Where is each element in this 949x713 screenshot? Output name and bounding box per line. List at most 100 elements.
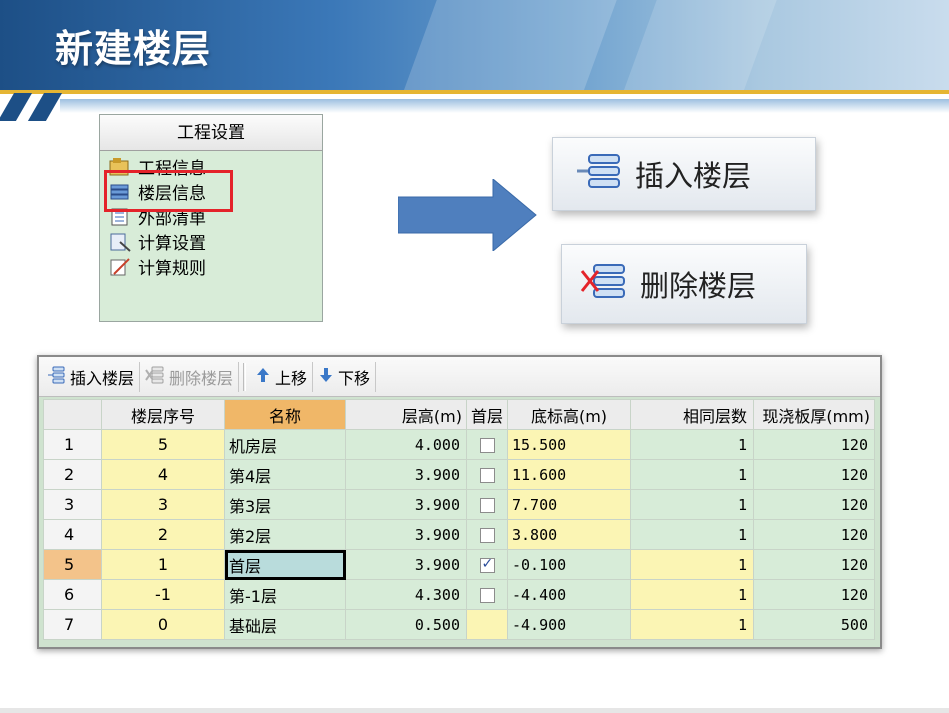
cell-floor-seq[interactable]: 3 [101,489,225,520]
header-stripe [27,93,63,121]
cell-floor-seq[interactable]: 2 [101,519,225,550]
first-floor-checkbox[interactable] [479,498,495,513]
delete-floor-label: 删除楼层 [640,269,757,303]
toolbar-insert-floor-button[interactable]: 插入楼层 [43,361,141,392]
cell-first-floor[interactable] [466,609,508,640]
tree-item-calc-settings[interactable]: 计算设置 [108,229,206,254]
cell-name[interactable]: 机房层 [224,429,346,460]
cell-bottom-elev[interactable]: 15.500 [507,429,631,460]
cell-name[interactable]: 基础层 [224,609,346,640]
floor-table: 楼层序号 名称 层高(m) 首层 底标高(m) 相同层数 现浇板厚(mm) 1 … [43,399,875,640]
header-gold-line [0,90,949,94]
cell-height[interactable]: 3.900 [345,519,467,550]
cell-bottom-elev[interactable]: 11.600 [507,459,631,490]
cell-floor-seq[interactable]: 0 [101,609,225,640]
cell-slab-thickness[interactable]: 120 [753,489,875,520]
cell-bottom-elev[interactable]: -4.900 [507,609,631,640]
toolbar-delete-label: 删除楼层 [169,368,234,388]
table-row[interactable]: 1 5 机房层 4.000 15.500 1 120 [43,429,875,460]
cell-same-count[interactable]: 1 [630,429,754,460]
cell-slab-thickness[interactable]: 120 [753,519,875,550]
row-index[interactable]: 4 [43,519,102,550]
row-index[interactable]: 6 [43,579,102,610]
cell-same-count[interactable]: 1 [630,579,754,610]
cell-first-floor[interactable] [466,489,508,520]
row-index[interactable]: 7 [43,609,102,640]
first-floor-checkbox[interactable] [479,468,495,483]
row-index[interactable]: 5 [43,549,102,580]
cell-bottom-elev[interactable]: 3.800 [507,519,631,550]
cell-floor-seq[interactable]: 1 [101,549,225,580]
row-index[interactable]: 3 [43,489,102,520]
cell-name[interactable]: 第2层 [224,519,346,550]
first-floor-checkbox[interactable] [479,528,495,543]
insert-floor-label: 插入楼层 [635,159,752,193]
cell-slab-thickness[interactable]: 120 [753,459,875,490]
cell-bottom-elev[interactable]: -0.100 [507,549,631,580]
cell-height[interactable]: 4.300 [345,579,467,610]
cell-same-count[interactable]: 1 [630,609,754,640]
insert-floor-button[interactable]: 插入楼层 [552,137,816,211]
settings-header: 工程设置 [100,115,322,151]
cell-slab-thickness[interactable]: 500 [753,609,875,640]
delete-floor-icon [145,365,165,389]
calc-rules-icon [108,257,132,277]
table-row-selected[interactable]: 5 1 首层 3.900 -0.100 1 120 [43,549,875,580]
toolbar-delete-floor-button[interactable]: 删除楼层 [140,361,240,392]
table-row[interactable]: 7 0 基础层 0.500 -4.900 1 500 [43,609,875,640]
cell-floor-seq[interactable]: 5 [101,429,225,460]
cell-height[interactable]: 3.900 [345,549,467,580]
cell-slab-thickness[interactable]: 120 [753,549,875,580]
column-header-floor-seq[interactable]: 楼层序号 [101,399,225,430]
cell-name[interactable]: 第4层 [224,459,346,490]
cell-same-count[interactable]: 1 [630,489,754,520]
column-header-first-floor[interactable]: 首层 [466,399,508,430]
column-header-same-count[interactable]: 相同层数 [630,399,754,430]
table-row[interactable]: 3 3 第3层 3.900 7.700 1 120 [43,489,875,520]
cell-height[interactable]: 0.500 [345,609,467,640]
first-floor-checkbox-checked[interactable] [479,556,495,573]
header-banner: 新建楼层 [0,0,949,92]
cell-height[interactable]: 4.000 [345,429,467,460]
cell-first-floor[interactable] [466,549,508,580]
cell-name[interactable]: 第-1层 [224,579,346,610]
table-header-row: 楼层序号 名称 层高(m) 首层 底标高(m) 相同层数 现浇板厚(mm) [43,399,875,430]
cell-same-count[interactable]: 1 [630,549,754,580]
cell-floor-seq[interactable]: 4 [101,459,225,490]
cell-first-floor[interactable] [466,429,508,460]
column-header-height[interactable]: 层高(m) [345,399,467,430]
tree-item-calc-rules[interactable]: 计算规则 [108,254,206,279]
delete-floor-button[interactable]: 删除楼层 [561,244,807,324]
cell-slab-thickness[interactable]: 120 [753,579,875,610]
first-floor-checkbox[interactable] [479,588,495,603]
table-row[interactable]: 4 2 第2层 3.900 3.800 1 120 [43,519,875,550]
tree-item-label: 计算规则 [138,259,206,279]
cell-same-count[interactable]: 1 [630,519,754,550]
cell-first-floor[interactable] [466,579,508,610]
cell-name-active[interactable]: 首层 [224,549,346,580]
column-header-bottom-elev[interactable]: 底标高(m) [507,399,631,430]
banner-decoration [403,0,617,92]
cell-same-count[interactable]: 1 [630,459,754,490]
first-floor-checkbox[interactable] [479,438,495,453]
arrow-down-icon [318,367,334,387]
cell-floor-seq[interactable]: -1 [101,579,225,610]
table-row[interactable]: 2 4 第4层 3.900 11.600 1 120 [43,459,875,490]
cell-name[interactable]: 第3层 [224,489,346,520]
row-index[interactable]: 1 [43,429,102,460]
cell-first-floor[interactable] [466,519,508,550]
column-header-name[interactable]: 名称 [224,399,346,430]
toolbar-insert-label: 插入楼层 [70,368,135,388]
cell-bottom-elev[interactable]: 7.700 [507,489,631,520]
cell-bottom-elev[interactable]: -4.400 [507,579,631,610]
toolbar-move-down-button[interactable]: 下移 [313,361,377,392]
cell-slab-thickness[interactable]: 120 [753,429,875,460]
delete-floor-icon [580,261,626,308]
row-index[interactable]: 2 [43,459,102,490]
column-header-slab-thickness[interactable]: 现浇板厚(mm) [753,399,875,430]
toolbar-move-up-button[interactable]: 上移 [250,361,314,392]
cell-first-floor[interactable] [466,459,508,490]
cell-height[interactable]: 3.900 [345,489,467,520]
table-row[interactable]: 6 -1 第-1层 4.300 -4.400 1 120 [43,579,875,610]
cell-height[interactable]: 3.900 [345,459,467,490]
